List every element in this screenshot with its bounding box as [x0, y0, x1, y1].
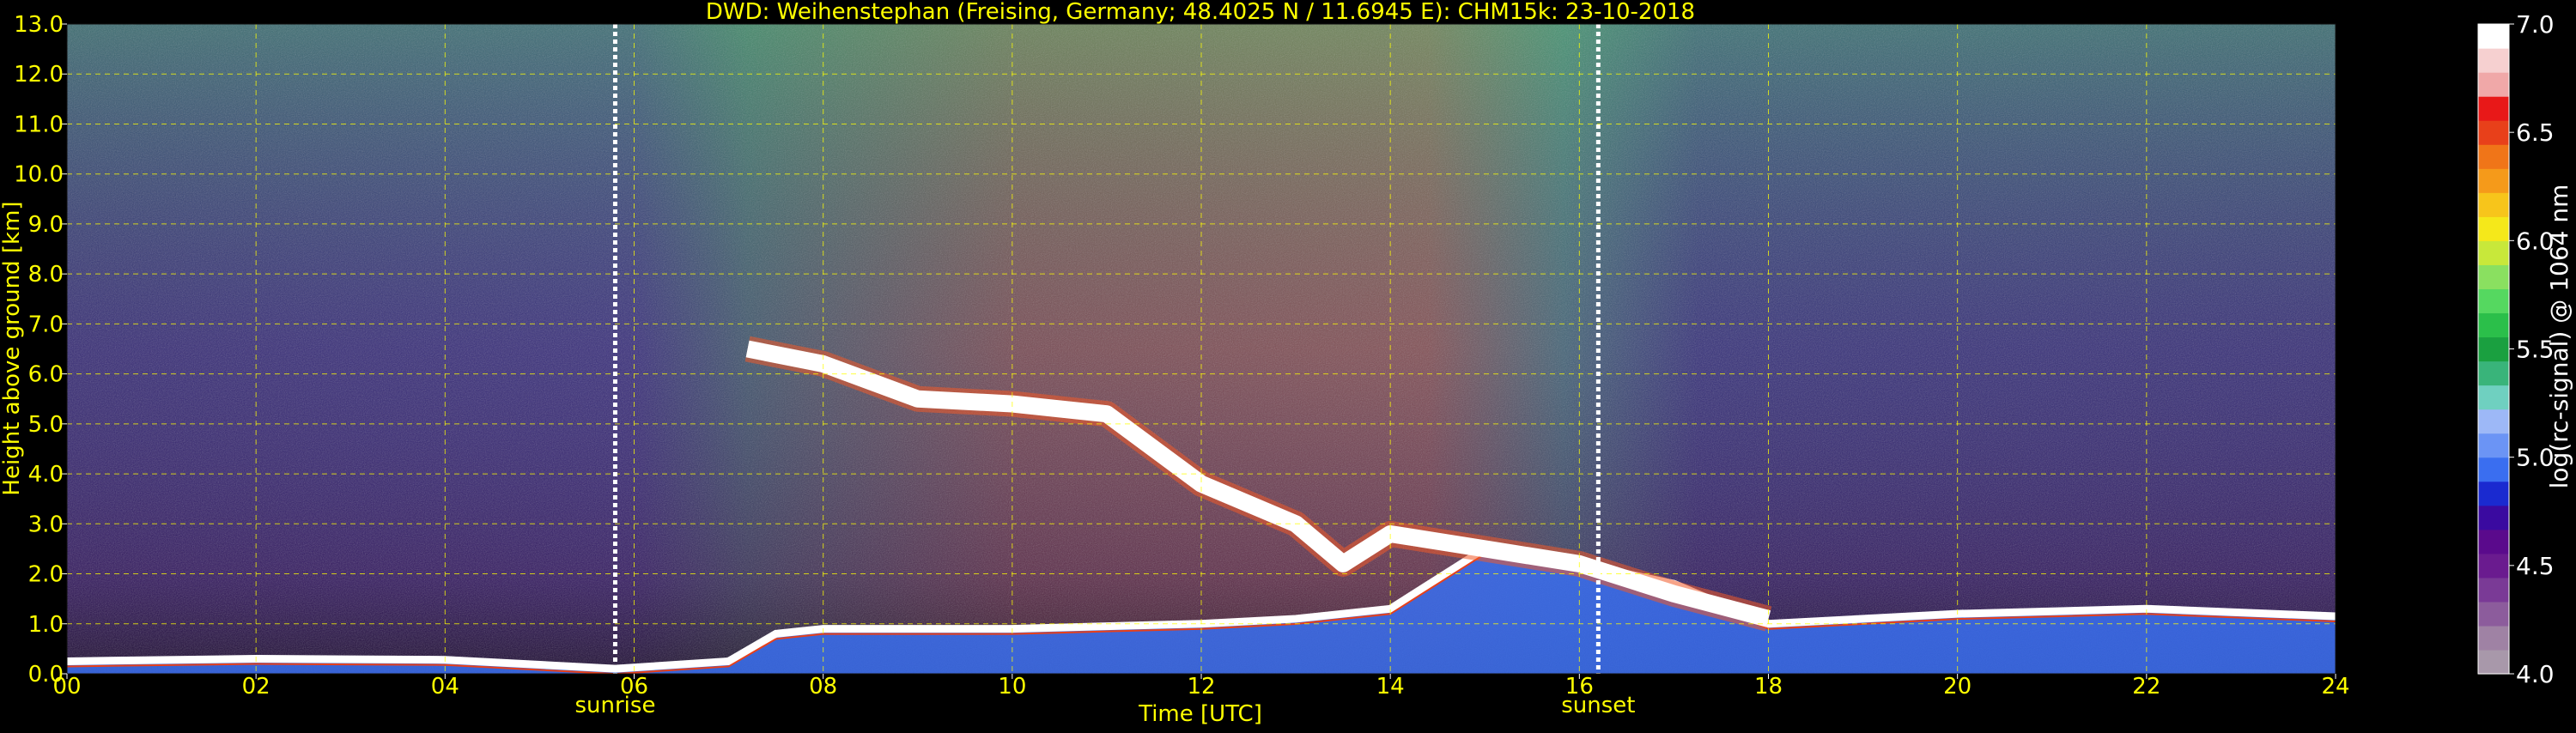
y-tick-label: 9.0: [28, 212, 64, 238]
colorbar-tick-label: 6.5: [2516, 118, 2555, 147]
colorbar-segment: [2478, 24, 2509, 49]
colorbar-segment: [2478, 336, 2509, 362]
colorbar-segment: [2478, 457, 2509, 482]
y-tick-label: 11.0: [14, 112, 64, 137]
y-tick-label: 1.0: [28, 612, 64, 638]
colorbar-segment: [2478, 601, 2509, 627]
colorbar-segment: [2478, 264, 2509, 290]
y-tick-label: 2.0: [28, 562, 64, 588]
chart-title: DWD: Weihenstephan (Freising, Germany; 4…: [706, 0, 1695, 25]
colorbar-tick-label: 7.0: [2516, 10, 2555, 39]
x-tick-label: 24: [2321, 674, 2349, 700]
colorbar: [2477, 23, 2510, 675]
x-tick-label: 20: [1943, 674, 1971, 700]
x-tick-label: 16: [1565, 674, 1594, 700]
x-tick-label: 08: [809, 674, 837, 700]
colorbar-segment: [2478, 96, 2509, 121]
x-tick-label: 02: [242, 674, 270, 700]
lidar-quicklook: DWD: Weihenstephan (Freising, Germany; 4…: [0, 0, 2576, 730]
x-tick-label: 18: [1754, 674, 1783, 700]
colorbar-segment: [2478, 216, 2509, 241]
colorbar-segment: [2478, 553, 2509, 579]
y-tick-label: 12.0: [14, 62, 64, 88]
y-tick-label: 10.0: [14, 162, 64, 188]
x-tick-label: 10: [998, 674, 1026, 700]
x-tick-label: 22: [2132, 674, 2160, 700]
colorbar-segment: [2478, 625, 2509, 651]
colorbar-segment: [2478, 168, 2509, 193]
y-tick-label: 13.0: [14, 12, 64, 38]
colorbar-segment: [2478, 192, 2509, 217]
colorbar-segment: [2478, 433, 2509, 458]
colorbar-segment: [2478, 72, 2509, 97]
colorbar-segment: [2478, 649, 2509, 675]
x-tick-label: 12: [1187, 674, 1215, 700]
y-tick-label: 8.0: [28, 262, 64, 288]
y-tick-label: 4.0: [28, 462, 64, 488]
x-axis-label: Time [UTC]: [1138, 701, 1262, 727]
lidar-chart: DWD: Weihenstephan (Freising, Germany; 4…: [0, 0, 2573, 727]
colorbar-segment: [2478, 529, 2509, 554]
x-tick-label: 14: [1376, 674, 1405, 700]
colorbar-segment: [2478, 144, 2509, 169]
colorbar-segment: [2478, 577, 2509, 603]
x-tick-label: 06: [620, 674, 648, 700]
colorbar-segment: [2478, 312, 2509, 338]
colorbar-segment: [2478, 120, 2509, 145]
y-tick-label: 3.0: [28, 512, 64, 537]
colorbar-segment: [2478, 385, 2509, 410]
y-tick-label: 0.0: [28, 662, 64, 688]
colorbar-label: log(rc-signal) @ 1064 nm: [2545, 185, 2573, 489]
y-tick-label: 7.0: [28, 312, 64, 337]
colorbar-segment: [2478, 48, 2509, 73]
colorbar-tick-label: 4.0: [2516, 660, 2555, 688]
colorbar-segment: [2478, 505, 2509, 530]
y-axis-label: Height above ground [km]: [0, 201, 25, 495]
plot-area: [66, 23, 2336, 675]
colorbar-segment: [2478, 481, 2509, 506]
colorbar-segment: [2478, 288, 2509, 314]
colorbar-segment: [2478, 240, 2509, 265]
y-tick-label: 6.0: [28, 362, 64, 388]
colorbar-segment: [2478, 360, 2509, 386]
colorbar-segment: [2478, 409, 2509, 434]
y-tick-label: 5.0: [28, 412, 64, 438]
colorbar-tick-label: 4.5: [2516, 552, 2555, 580]
x-tick-label: 04: [431, 674, 459, 700]
